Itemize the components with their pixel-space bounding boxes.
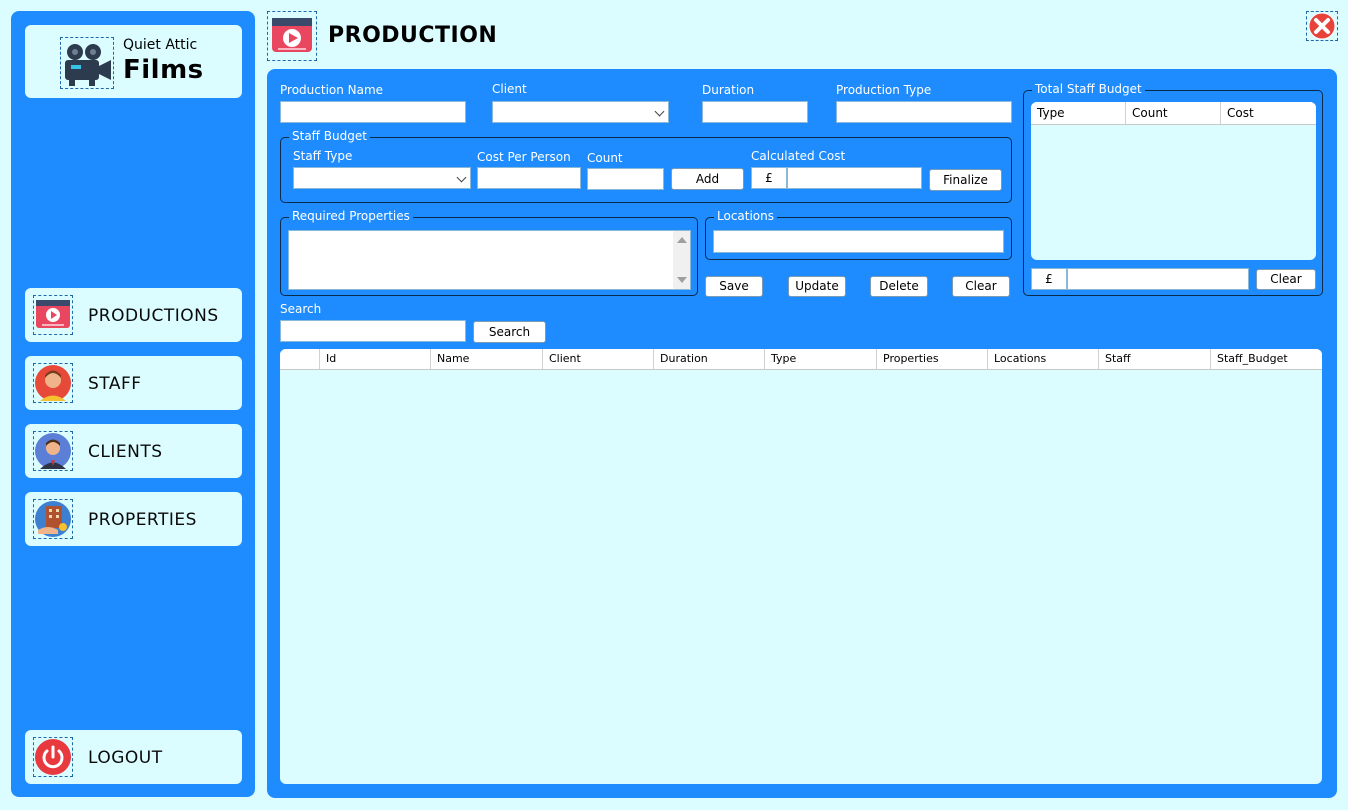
- clear-button[interactable]: Clear: [952, 276, 1010, 297]
- productions-grid[interactable]: Id Name Client Duration Type Properties …: [280, 349, 1322, 784]
- total-cost-field[interactable]: [1067, 268, 1249, 290]
- delete-button[interactable]: Delete: [870, 276, 928, 297]
- count-label: Count: [587, 151, 623, 165]
- page-title: PRODUCTION: [328, 23, 498, 48]
- calculated-cost-currency: £: [751, 167, 787, 189]
- required-properties-group: Required Properties: [280, 209, 698, 296]
- save-button[interactable]: Save: [705, 276, 763, 297]
- locations-title: Locations: [714, 209, 778, 223]
- required-properties-list[interactable]: [288, 230, 691, 290]
- close-icon: [1308, 12, 1336, 40]
- production-type-field[interactable]: [836, 101, 1012, 123]
- staff-avatar-icon: [33, 363, 73, 403]
- logout-button[interactable]: LOGOUT: [25, 730, 242, 784]
- total-staff-budget-title: Total Staff Budget: [1032, 82, 1145, 96]
- sidebar-item-productions[interactable]: PRODUCTIONS: [25, 288, 242, 342]
- app-name-big: Films: [123, 55, 204, 85]
- column-cost[interactable]: Cost: [1221, 102, 1316, 124]
- column-locations[interactable]: Locations: [988, 349, 1099, 369]
- sidebar-item-clients[interactable]: CLIENTS: [25, 424, 242, 478]
- staff-type-label: Staff Type: [293, 149, 353, 163]
- column-id[interactable]: Id: [320, 349, 431, 369]
- search-button[interactable]: Search: [473, 321, 546, 343]
- cost-per-person-field[interactable]: [477, 167, 581, 189]
- grid-row-header: [280, 349, 320, 369]
- production-header-icon: [267, 11, 317, 61]
- scroll-up-icon[interactable]: [677, 237, 687, 243]
- required-properties-title: Required Properties: [289, 209, 413, 223]
- count-field[interactable]: [587, 168, 664, 190]
- locations-field[interactable]: [713, 230, 1004, 253]
- sidebar: Quiet Attic Films PRODUCTIONS STAFF CLIE…: [11, 11, 255, 797]
- duration-field[interactable]: [702, 101, 808, 123]
- update-button[interactable]: Update: [788, 276, 846, 297]
- chevron-down-icon: [456, 172, 467, 183]
- total-budget-header: Type Count Cost: [1031, 102, 1316, 125]
- video-player-icon: [33, 295, 73, 335]
- search-label: Search: [280, 302, 322, 316]
- film-camera-icon: [60, 37, 114, 89]
- calculated-cost-field[interactable]: [787, 167, 922, 189]
- add-button[interactable]: Add: [671, 168, 744, 190]
- column-staff[interactable]: Staff: [1099, 349, 1211, 369]
- locations-group: Locations: [705, 209, 1012, 260]
- column-client[interactable]: Client: [543, 349, 654, 369]
- duration-label: Duration: [702, 83, 755, 97]
- staff-type-select[interactable]: [293, 167, 471, 189]
- staff-budget-group: Staff Budget Staff Type Cost Per Person …: [280, 129, 1012, 203]
- search-input[interactable]: [280, 320, 466, 342]
- production-type-label: Production Type: [836, 83, 932, 97]
- main-panel: Production Name Client Duration Producti…: [267, 69, 1337, 798]
- total-cost-currency: £: [1031, 268, 1067, 290]
- app-name-small: Quiet Attic: [123, 37, 198, 53]
- client-select[interactable]: [492, 101, 669, 123]
- client-label: Client: [492, 82, 527, 96]
- logout-label: LOGOUT: [88, 748, 163, 768]
- property-icon: [33, 499, 73, 539]
- close-button[interactable]: [1306, 11, 1338, 41]
- column-type[interactable]: Type: [765, 349, 877, 369]
- sidebar-item-label: PRODUCTIONS: [88, 306, 219, 326]
- total-staff-budget-group: Total Staff Budget Type Count Cost £ Cle…: [1023, 82, 1323, 296]
- column-staff-budget[interactable]: Staff_Budget: [1211, 349, 1322, 369]
- client-avatar-icon: [33, 431, 73, 471]
- sidebar-item-label: STAFF: [88, 374, 142, 394]
- total-clear-button[interactable]: Clear: [1256, 269, 1316, 290]
- column-count[interactable]: Count: [1126, 102, 1221, 124]
- staff-budget-title: Staff Budget: [289, 129, 370, 143]
- app-logo-card: Quiet Attic Films: [25, 25, 242, 98]
- cost-per-person-label: Cost Per Person: [477, 150, 571, 164]
- column-duration[interactable]: Duration: [654, 349, 765, 369]
- column-properties[interactable]: Properties: [877, 349, 988, 369]
- scrollbar[interactable]: [673, 231, 690, 289]
- column-name[interactable]: Name: [431, 349, 543, 369]
- power-icon: [33, 737, 73, 777]
- scroll-down-icon[interactable]: [677, 277, 687, 283]
- finalize-button[interactable]: Finalize: [929, 169, 1002, 191]
- total-budget-list[interactable]: Type Count Cost: [1031, 102, 1316, 260]
- grid-header: Id Name Client Duration Type Properties …: [280, 349, 1322, 370]
- production-name-field[interactable]: [280, 101, 466, 123]
- chevron-down-icon: [654, 106, 665, 117]
- sidebar-item-label: CLIENTS: [88, 442, 163, 462]
- sidebar-item-label: PROPERTIES: [88, 510, 197, 530]
- calculated-cost-label: Calculated Cost: [751, 149, 846, 163]
- column-type[interactable]: Type: [1031, 102, 1126, 124]
- sidebar-item-staff[interactable]: STAFF: [25, 356, 242, 410]
- sidebar-item-properties[interactable]: PROPERTIES: [25, 492, 242, 546]
- production-name-label: Production Name: [280, 83, 384, 97]
